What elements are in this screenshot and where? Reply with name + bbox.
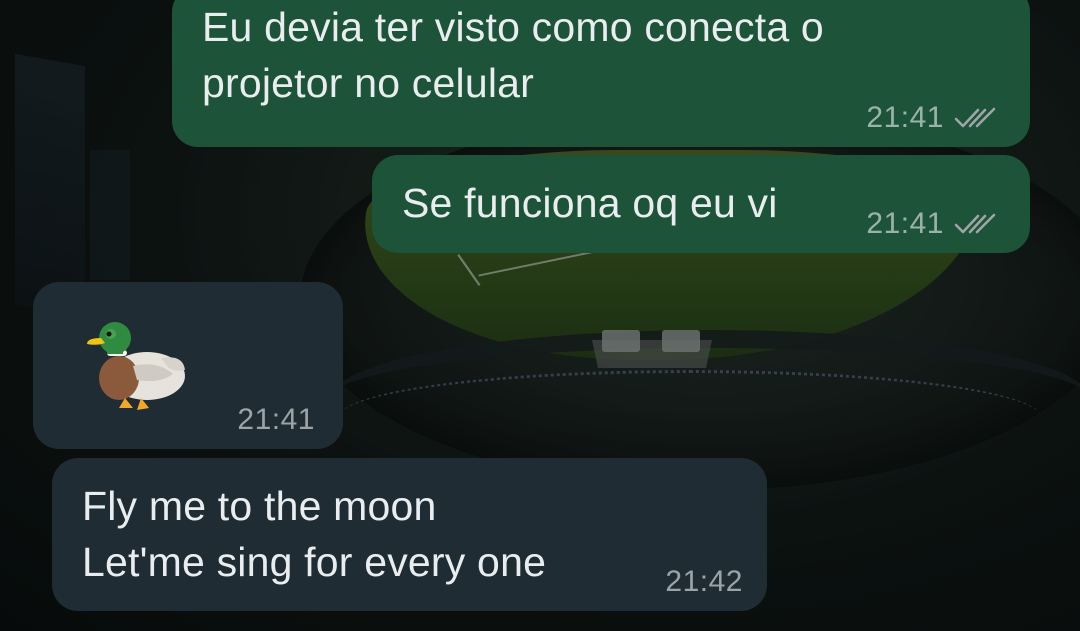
message-meta: 21:42 [665,565,743,599]
double-check-icon [954,107,996,128]
message-bubble-outgoing[interactable]: Se funciona oq eu vi 21:41 [372,155,1030,253]
message-time: 21:41 [866,101,944,134]
double-check-icon [954,213,996,234]
message-time: 21:42 [665,565,743,598]
message-meta: 21:41 [866,207,1000,241]
message-bubble-outgoing[interactable]: Eu devia ter visto como conecta o projet… [172,0,1030,147]
message-meta: 21:41 [866,101,1000,135]
duck-emoji-icon [87,322,185,410]
message-time: 21:41 [237,403,315,436]
message-meta: 21:41 [237,403,315,437]
message-bubble-incoming[interactable]: 21:41 [33,282,343,449]
message-time: 21:41 [866,207,944,240]
message-bubble-incoming[interactable]: Fly me to the moon Let'me sing for every… [52,458,767,611]
message-text: Eu devia ter visto como conecta o projet… [202,4,824,106]
message-text: Fly me to the moon Let'me sing for every… [82,483,547,585]
chat-view[interactable]: Eu devia ter visto como conecta o projet… [0,0,1080,631]
message-text: Se funciona oq eu vi [402,180,778,226]
